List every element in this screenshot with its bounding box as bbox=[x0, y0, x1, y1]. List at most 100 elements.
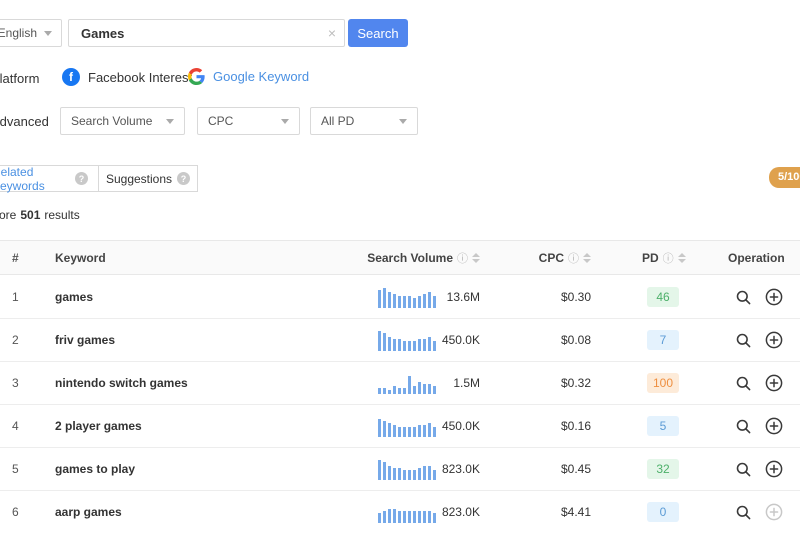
header-cpc[interactable]: CPC ⓘ bbox=[539, 250, 591, 266]
chevron-down-icon bbox=[44, 31, 52, 36]
keyword-cell[interactable]: friv games bbox=[55, 333, 115, 347]
header-pd-label: PD bbox=[642, 251, 659, 265]
volume-bar bbox=[388, 337, 391, 351]
lookup-keyword-icon[interactable] bbox=[735, 289, 752, 306]
help-icon[interactable]: ? bbox=[177, 172, 190, 185]
keyword-cell[interactable]: games to play bbox=[55, 462, 135, 476]
pd-cell: 100 bbox=[643, 373, 683, 393]
row-index: 3 bbox=[12, 376, 19, 390]
lookup-keyword-icon[interactable] bbox=[735, 332, 752, 349]
sort-icon[interactable] bbox=[472, 253, 480, 263]
operation-cell bbox=[735, 417, 783, 435]
volume-bar bbox=[433, 513, 436, 523]
search-box: × bbox=[68, 19, 345, 47]
tab-related-keywords[interactable]: Related Keywords ? bbox=[0, 165, 99, 192]
language-select[interactable]: English bbox=[0, 19, 62, 47]
header-pd[interactable]: PD ⓘ bbox=[642, 250, 686, 266]
keyword-cell[interactable]: 2 player games bbox=[55, 419, 142, 433]
filter-pd[interactable]: All PD bbox=[310, 107, 418, 135]
header-index: # bbox=[12, 251, 19, 265]
volume-bar bbox=[428, 384, 431, 394]
table-body: 1games13.6M$0.30462friv games450.0K$0.08… bbox=[0, 276, 800, 533]
search-button[interactable]: Search bbox=[348, 19, 408, 47]
add-keyword-icon[interactable] bbox=[765, 374, 783, 392]
volume-bar bbox=[413, 427, 416, 437]
volume-bar bbox=[403, 296, 406, 308]
page-canvas: English × Search Platform f Facebook Int… bbox=[0, 0, 800, 533]
volume-bar bbox=[418, 382, 421, 394]
header-search-volume[interactable]: Search Volume ⓘ bbox=[367, 250, 480, 266]
volume-bar bbox=[378, 460, 381, 480]
volume-bar bbox=[388, 466, 391, 480]
volume-bar bbox=[428, 423, 431, 437]
operation-cell bbox=[735, 374, 783, 392]
pd-cell: 46 bbox=[643, 287, 683, 307]
tab-suggestions[interactable]: Suggestions ? bbox=[98, 165, 198, 192]
volume-bar bbox=[423, 466, 426, 480]
search-volume-value: 450.0K bbox=[442, 419, 480, 433]
search-volume-value: 13.6M bbox=[447, 290, 480, 304]
cpc-value: $0.30 bbox=[561, 290, 591, 304]
cpc-value: $4.41 bbox=[561, 505, 591, 519]
platform-option-google[interactable]: Google Keyword bbox=[188, 68, 309, 85]
volume-bar bbox=[403, 427, 406, 437]
volume-bar bbox=[393, 425, 396, 437]
sort-icon[interactable] bbox=[583, 253, 591, 263]
volume-bar bbox=[388, 423, 391, 437]
lookup-keyword-icon[interactable] bbox=[735, 418, 752, 435]
volume-trend-chart bbox=[378, 372, 440, 394]
pd-badge: 46 bbox=[647, 287, 679, 307]
search-volume-value: 823.0K bbox=[442, 462, 480, 476]
facebook-icon: f bbox=[62, 68, 80, 86]
volume-bar bbox=[383, 511, 386, 523]
add-keyword-icon[interactable] bbox=[765, 417, 783, 435]
filter-search-volume[interactable]: Search Volume bbox=[60, 107, 185, 135]
volume-bar bbox=[433, 427, 436, 437]
volume-bar bbox=[418, 468, 421, 480]
lookup-keyword-icon[interactable] bbox=[735, 375, 752, 392]
keyword-cell[interactable]: nintendo switch games bbox=[55, 376, 188, 390]
results-prefix: More bbox=[0, 208, 16, 222]
search-input[interactable] bbox=[68, 19, 345, 47]
pd-badge: 32 bbox=[647, 459, 679, 479]
row-index: 1 bbox=[12, 290, 19, 304]
platform-option-facebook[interactable]: f Facebook Interest bbox=[62, 68, 192, 86]
volume-bar bbox=[418, 511, 421, 523]
volume-bar bbox=[418, 296, 421, 308]
volume-bar bbox=[378, 513, 381, 523]
operation-cell bbox=[735, 460, 783, 478]
volume-bar bbox=[418, 425, 421, 437]
keyword-cell[interactable]: games bbox=[55, 290, 93, 304]
platform-label: Platform bbox=[0, 71, 39, 86]
filter-cpc[interactable]: CPC bbox=[197, 107, 300, 135]
volume-bar bbox=[408, 376, 411, 394]
results-summary: More 501 results bbox=[0, 208, 80, 222]
clear-icon[interactable]: × bbox=[328, 26, 336, 40]
volume-bar bbox=[428, 337, 431, 351]
volume-bar bbox=[408, 427, 411, 437]
lookup-keyword-icon[interactable] bbox=[735, 504, 752, 521]
keyword-cell[interactable]: aarp games bbox=[55, 505, 122, 519]
volume-bar bbox=[378, 419, 381, 437]
volume-bar bbox=[408, 511, 411, 523]
volume-bar bbox=[388, 390, 391, 394]
add-keyword-icon[interactable] bbox=[765, 460, 783, 478]
volume-bar bbox=[433, 470, 436, 480]
help-icon[interactable]: ? bbox=[75, 172, 88, 185]
search-volume-value: 823.0K bbox=[442, 505, 480, 519]
add-keyword-icon[interactable] bbox=[765, 288, 783, 306]
filter-search-volume-value: Search Volume bbox=[71, 114, 152, 128]
cpc-value: $0.08 bbox=[561, 333, 591, 347]
sort-icon[interactable] bbox=[678, 253, 686, 263]
row-index: 6 bbox=[12, 505, 19, 519]
add-keyword-icon[interactable] bbox=[765, 503, 783, 521]
volume-bar bbox=[408, 470, 411, 480]
chevron-down-icon bbox=[399, 119, 407, 124]
table-row: 6aarp games823.0K$4.410 bbox=[0, 491, 800, 533]
pd-badge: 7 bbox=[647, 330, 679, 350]
chevron-down-icon bbox=[166, 119, 174, 124]
add-keyword-icon[interactable] bbox=[765, 331, 783, 349]
volume-bar bbox=[403, 511, 406, 523]
volume-bar bbox=[398, 427, 401, 437]
lookup-keyword-icon[interactable] bbox=[735, 461, 752, 478]
